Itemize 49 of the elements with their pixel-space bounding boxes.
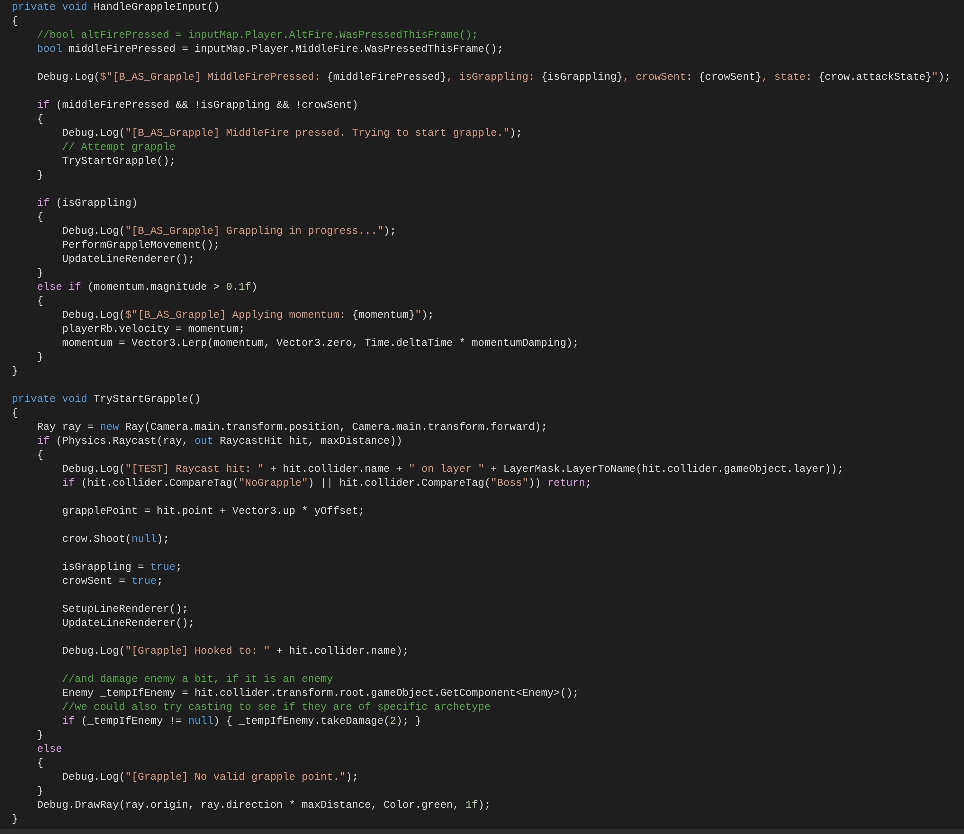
code-line: private void TryStartGrapple() [12,393,202,407]
code-line: { [36,295,44,309]
code-line: Debug.DrawRay(ray.origin, ray.direction * maxDistance, Color.green, 1f); [36,799,491,813]
code-line: else if (momentum.magnitude > 0.1f) [36,281,258,295]
code-line: { [36,113,44,127]
code-line: Debug.Log("[B_AS_Grapple] Grappling in progress..."); [61,225,396,239]
code-line: { [36,449,44,463]
code-line: playerRb.velocity = momentum; [61,323,246,337]
code-line: if (hit.collider.CompareTag("NoGrapple") || hit.collider.CompareTag("Boss")) return; [61,477,592,491]
code-line: } [36,267,44,281]
code-line: grapplePoint = hit.point + Vector3.up * yOffset; [61,505,365,519]
code-line: } [36,169,44,183]
code-line: if (middleFirePressed && !isGrappling && !crowSent) [36,99,359,113]
code-line: TryStartGrapple(); [61,155,176,169]
code-line: Debug.Log($"[B_AS_Grapple] MiddleFirePressed: {middleFirePressed}, isGrappling: {isGrappling}, crowSent: {crowSent}, state: {crow.attackState}"); [36,71,951,85]
code-line: //we could also try casting to see if they are of specific archetype [61,701,491,715]
code-line: } [36,351,44,365]
code-line: } [36,729,44,743]
code-line: else [36,743,62,757]
code-line: Debug.Log("[TEST] Raycast hit: " + hit.collider.name + " on layer " + LayerMask.LayerToName(hit.collider.gameObject.layer)); [61,463,844,477]
code-line: momentum = Vector3.Lerp(momentum, Vector3.zero, Time.deltaTime * momentumDamping); [61,337,580,351]
code-line: Debug.Log("[Grapple] Hooked to: " + hit.collider.name); [61,645,409,659]
code-line: if (isGrappling) [36,197,138,211]
code-line: SetupLineRenderer(); [61,603,188,617]
code-line: bool middleFirePressed = inputMap.Player.MiddleFire.WasPressedThisFrame(); [36,43,504,57]
code-line: } [12,365,18,379]
code-line: //bool altFirePressed = inputMap.Player.AltFire.WasPressedThisFrame(); [36,29,478,43]
code-line: Debug.Log($"[B_AS_Grapple] Applying momentum: {momentum}"); [61,309,434,323]
code-line: Debug.Log("[B_AS_Grapple] MiddleFire pressed. Trying to start grapple."); [61,127,522,141]
code-line: isGrappling = true; [61,561,182,575]
code-line: crowSent = true; [61,575,164,589]
code-line: if (_tempIfEnemy != null) { _tempIfEnemy.takeDamage(2); } [61,715,422,729]
code-line: //and damage enemy a bit, if it is an enemy [61,673,334,687]
code-line: { [12,15,18,29]
code-line: crow.Shoot(null); [61,533,170,547]
code-line: Ray ray = new Ray(Camera.main.transform.position, Camera.main.transform.forward); [36,421,548,435]
code-line: } [36,785,44,799]
code-line: } [12,813,18,827]
code-line: { [36,211,44,225]
code-line: { [12,407,18,421]
code-line: PerformGrappleMovement(); [61,239,220,253]
code-line: // Attempt grapple [61,141,176,155]
code-line: { [36,757,44,771]
code-line: UpdateLineRenderer(); [61,253,195,267]
code-line: Debug.Log("[Grapple] No valid grapple point."); [61,771,359,785]
code-line: if (Physics.Raycast(ray, out RaycastHit hit, maxDistance)) [36,435,403,449]
code-line: Enemy _tempIfEnemy = hit.collider.transform.root.gameObject.GetComponent<Enemy>(); [61,687,580,701]
code-line: private void HandleGrappleInput() [12,1,220,15]
code-line: UpdateLineRenderer(); [61,617,195,631]
